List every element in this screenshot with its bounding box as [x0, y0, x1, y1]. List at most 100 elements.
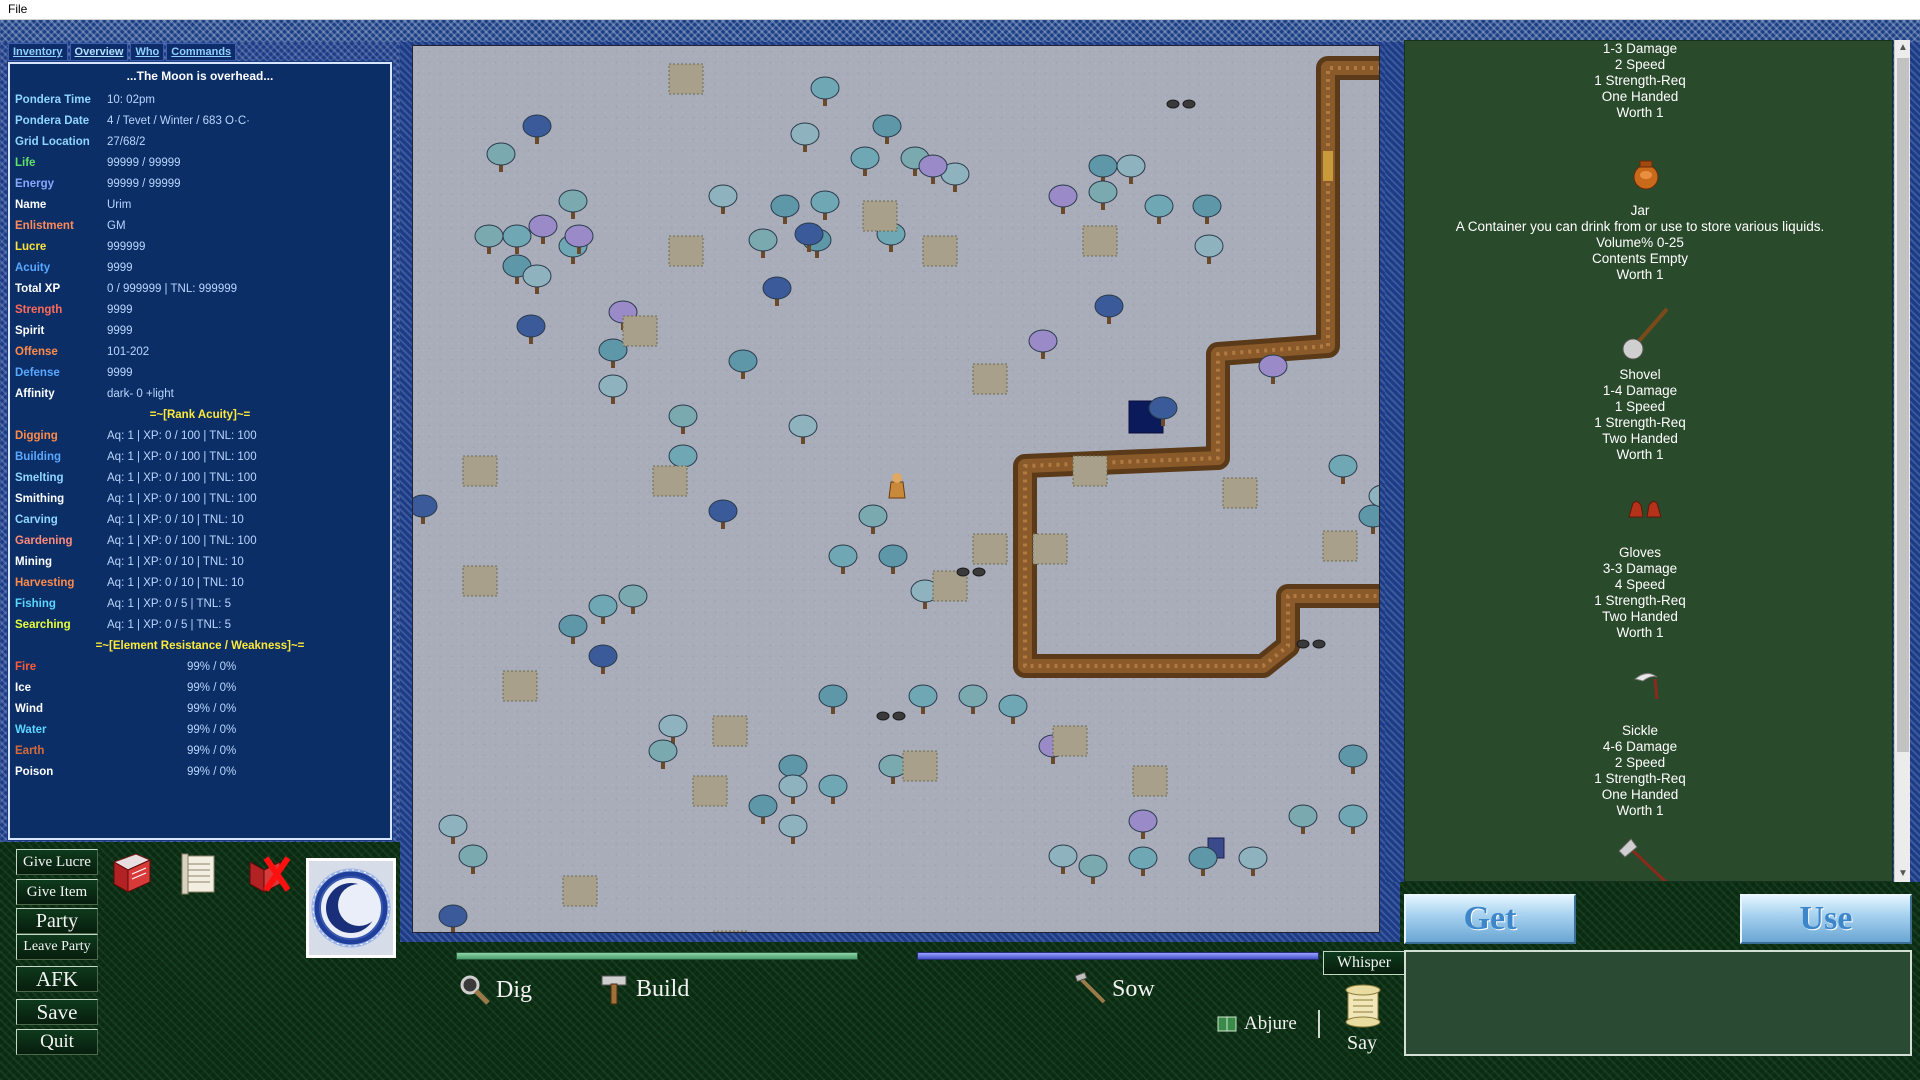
tab-commands[interactable]: Commands [166, 43, 237, 61]
sow-action[interactable]: Sow [1074, 972, 1155, 1006]
tree [588, 644, 618, 674]
item-name: Jar [1630, 203, 1650, 218]
section-header: =~[Element Resistance / Weakness]~= [95, 640, 305, 652]
tree [1328, 454, 1358, 484]
list-item[interactable]: Gloves 3-3 Damage 4 Speed 1 Strength-Req… [1405, 545, 1875, 641]
tree [748, 228, 778, 258]
dig-action[interactable]: Dig [458, 973, 532, 1007]
stat-label: Fire [15, 661, 37, 673]
tree [668, 404, 698, 434]
stat-label: Affinity [15, 388, 55, 400]
stat-label: Energy [15, 178, 54, 190]
tree [413, 494, 438, 524]
tree [770, 194, 800, 224]
bush [1072, 455, 1108, 487]
afk-button[interactable]: AFK [16, 966, 98, 992]
list-item[interactable]: Jar A Container you can drink from or us… [1405, 203, 1875, 283]
tree [858, 504, 888, 534]
item-line: A Container you can drink from or use to… [1455, 219, 1825, 234]
list-item[interactable]: Sickle 4-6 Damage 2 Speed 1 Strength-Req… [1405, 723, 1875, 819]
stat-label: Grid Location [15, 136, 90, 148]
item-list-scrollbar[interactable]: ▲ ▼ [1894, 40, 1910, 882]
map-canvas[interactable] [413, 46, 1380, 933]
tree [502, 224, 532, 254]
quit-button[interactable]: Quit [16, 1029, 98, 1055]
item-list[interactable]: 1-3 Damage 2 Speed 1 Strength-Req One Ha… [1404, 40, 1893, 882]
stat-value: Aq: 1 | XP: 0 / 10 | TNL: 10 [107, 514, 244, 526]
red-book-icon[interactable] [110, 850, 154, 896]
use-button[interactable]: Use [1740, 894, 1912, 944]
bush [652, 465, 688, 497]
save-button[interactable]: Save [16, 999, 98, 1025]
rock [972, 567, 986, 577]
list-item[interactable]: Shovel 1-4 Damage 1 Speed 1 Strength-Req… [1405, 367, 1875, 463]
tree [762, 276, 792, 306]
item-line: One Handed [1601, 89, 1679, 104]
scroll-icon[interactable] [1340, 982, 1386, 1030]
tree [790, 122, 820, 152]
scroll-up-icon[interactable]: ▲ [1895, 40, 1911, 56]
tree [828, 544, 858, 574]
tree [1288, 804, 1318, 834]
list-item[interactable]: 1-3 Damage 2 Speed 1 Strength-Req One Ha… [1405, 41, 1875, 121]
stat-value: 4 / Tevet / Winter / 683 O·C· [107, 115, 250, 127]
say-button[interactable]: Say [1330, 1032, 1394, 1055]
chat-input[interactable] [1404, 950, 1912, 1056]
bush [862, 200, 898, 232]
abjure-action[interactable]: Abjure [1216, 1013, 1297, 1035]
party-button[interactable]: Party [16, 908, 98, 934]
build-action[interactable]: Build [598, 972, 689, 1006]
tree [958, 684, 988, 714]
tree [1094, 294, 1124, 324]
scroll-thumb[interactable] [1897, 58, 1909, 752]
bush [972, 533, 1008, 565]
divider [1318, 1010, 1320, 1038]
give-item-button[interactable]: Give Item [16, 879, 98, 905]
stat-value: 99% / 0% [187, 766, 237, 778]
bush [1322, 530, 1358, 562]
delete-book-icon[interactable] [246, 850, 290, 896]
stat-label: Name [15, 199, 47, 211]
bush [502, 670, 538, 702]
give-lucre-button[interactable]: Give Lucre [16, 849, 98, 875]
sickle-icon [1633, 673, 1659, 700]
bush [668, 235, 704, 267]
bush [902, 750, 938, 782]
tree [1116, 154, 1146, 184]
leave-party-button[interactable]: Leave Party [16, 934, 98, 960]
tab-inventory[interactable]: Inventory [8, 43, 68, 61]
game-map[interactable] [412, 45, 1380, 933]
stat-value: 9999 [107, 325, 133, 337]
tree [486, 142, 516, 172]
item-line: One Handed [1601, 787, 1679, 802]
stat-label: Fishing [15, 598, 56, 610]
whisper-button[interactable]: Whisper [1323, 951, 1405, 975]
scroll-down-icon[interactable]: ▼ [1895, 866, 1911, 882]
player-character[interactable] [888, 473, 906, 499]
tree [708, 184, 738, 214]
tree [648, 739, 678, 769]
stat-value: Urim [107, 199, 132, 211]
stat-value: GM [107, 220, 126, 232]
bush [1052, 725, 1088, 757]
scroll-book-icon[interactable] [178, 850, 222, 896]
item-name: Gloves [1618, 545, 1662, 560]
menu-file[interactable]: File [8, 2, 27, 16]
bush [562, 875, 598, 907]
tree [778, 774, 808, 804]
tab-overview[interactable]: Overview [69, 43, 129, 61]
stat-label: Mining [15, 556, 53, 568]
item-line: Worth 1 [1616, 105, 1664, 120]
get-button[interactable]: Get [1404, 894, 1576, 944]
bush [692, 775, 728, 807]
stat-value: Aq: 1 | XP: 0 / 100 | TNL: 100 [107, 472, 257, 484]
tree [748, 794, 778, 824]
stat-label: Earth [15, 745, 45, 757]
tab-who[interactable]: Who [130, 43, 165, 61]
stats-panel: ...The Moon is overhead... Pondera Time 1… [7, 61, 393, 841]
tree [998, 694, 1028, 724]
stat-label: Digging [15, 430, 58, 442]
tree [522, 264, 552, 294]
tree [1188, 846, 1218, 876]
stat-value: 10: 02pm [107, 94, 155, 106]
